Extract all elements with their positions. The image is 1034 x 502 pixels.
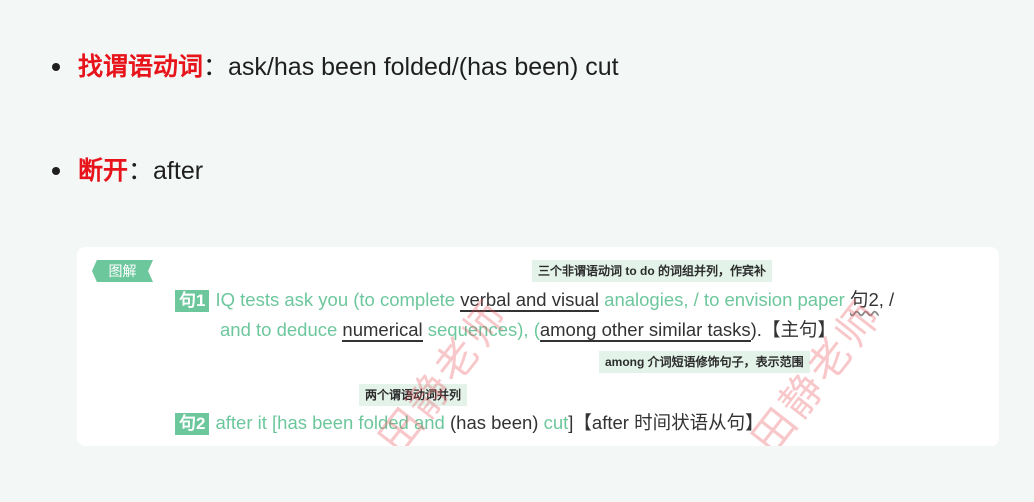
bullet-dot-icon <box>52 63 60 71</box>
bullet-text: ask/has been folded/(has been) cut <box>228 53 619 81</box>
s2-part: cut <box>543 412 569 433</box>
sentence-1-line-2: and to deduce numerical sequences), (amo… <box>220 317 836 343</box>
bullet-key: 找谓语动词 <box>78 53 204 81</box>
s1-part: , / <box>878 289 895 310</box>
bullet-key: 断开 <box>78 157 129 185</box>
bullet-break: 断开 ： after <box>52 155 203 187</box>
sentence-1-label: 句1 <box>175 290 210 312</box>
s1-underline-numerical: numerical <box>342 319 423 342</box>
bullet-dot-icon <box>52 167 60 175</box>
diagram-card: 图解 三个非谓语动词 to do 的词组并列，作宾补 among 介词短语修饰句… <box>77 247 999 446</box>
sentence-1-line-1: 句1 IQ tests ask you (to complete verbal a… <box>175 287 894 313</box>
s2-part: ]【after 时间状语从句】 <box>568 412 764 433</box>
s1-part: analogies, / to envision paper <box>599 289 850 310</box>
s2-part: after it [ <box>215 412 278 433</box>
s2-part: (has been) <box>444 412 544 433</box>
bullet-sep: ： <box>203 53 229 81</box>
s1-underline-among: among other similar tasks <box>539 319 751 342</box>
sentence-2-label: 句2 <box>175 413 210 435</box>
bullet-sep: ： <box>128 157 154 185</box>
diagram-tag: 图解 <box>92 260 153 282</box>
s1-part: IQ tests ask you (to complete <box>215 289 461 310</box>
bullet-text: after <box>153 157 204 185</box>
s1-part: and to deduce <box>220 319 343 340</box>
bullet-predicate: 找谓语动词 ： ask/has been folded/(has been) c… <box>52 51 619 83</box>
sentence-2-line: 句2 after it [has been folded and (has bee… <box>175 410 764 436</box>
note-nonfinite: 三个非谓语动词 to do 的词组并列，作宾补 <box>532 260 772 282</box>
